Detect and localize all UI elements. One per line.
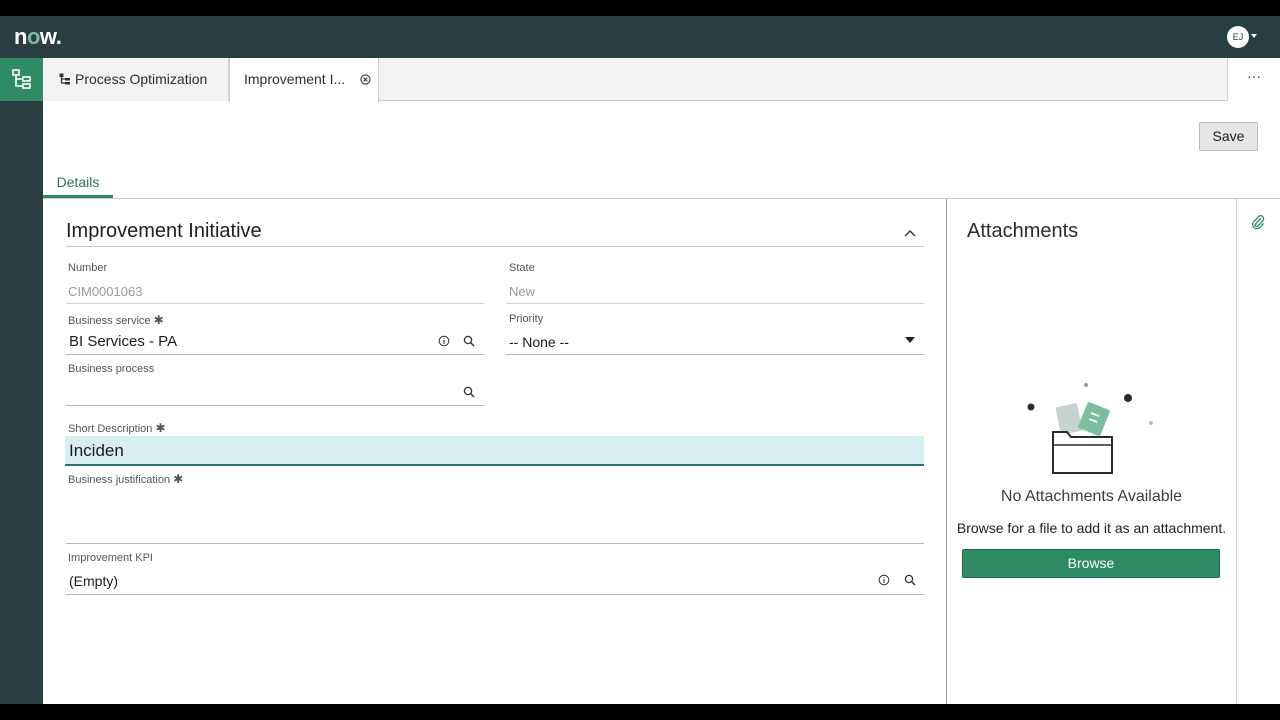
- tab-improvement-initiative[interactable]: Improvement I...: [229, 58, 379, 102]
- no-attachments-hint: Browse for a file to add it as an attach…: [956, 520, 1227, 536]
- save-button[interactable]: Save: [1199, 122, 1258, 151]
- divider: [66, 405, 484, 406]
- search-icon[interactable]: [904, 574, 916, 586]
- state-label: State: [509, 262, 535, 274]
- business-service-label: Business service ✱: [68, 313, 164, 327]
- info-icon[interactable]: [438, 335, 450, 347]
- divider: [1236, 199, 1237, 704]
- divider: [66, 594, 924, 595]
- attachments-title: Attachments: [967, 220, 1079, 242]
- divider: [66, 543, 924, 544]
- business-justification-textarea[interactable]: [69, 496, 919, 541]
- tab-label: Process Optimization: [75, 71, 208, 87]
- business-service-input[interactable]: BI Services - PA: [69, 333, 177, 350]
- required-icon: ✱: [173, 472, 184, 486]
- state-field: New: [509, 284, 536, 299]
- top-header: now. EJ: [0, 16, 1280, 58]
- no-attachments-title: No Attachments Available: [1000, 488, 1183, 505]
- left-rail: [0, 58, 43, 704]
- tab-label: Improvement I...: [244, 71, 346, 87]
- hierarchy-icon: [12, 69, 31, 89]
- divider: [506, 354, 924, 355]
- short-description-field[interactable]: [65, 436, 924, 466]
- search-icon[interactable]: [463, 335, 475, 347]
- divider: [946, 199, 947, 704]
- navigator-toggle-button[interactable]: [0, 58, 43, 101]
- close-icon[interactable]: [360, 74, 371, 85]
- tab-details[interactable]: Details: [43, 174, 113, 198]
- divider: [66, 354, 484, 355]
- divider: [43, 198, 1280, 199]
- number-label: Number: [68, 262, 108, 274]
- short-description-input[interactable]: Inciden: [69, 441, 124, 461]
- search-icon[interactable]: [463, 386, 475, 398]
- required-icon: ✱: [153, 313, 164, 327]
- divider: [66, 303, 484, 304]
- browse-button[interactable]: Browse: [962, 549, 1220, 578]
- divider: [506, 303, 924, 304]
- empty-folder-illustration: [1027, 383, 1153, 474]
- improvement-kpi-label: Improvement KPI: [68, 552, 153, 564]
- number-field: CIM0001063: [68, 284, 143, 299]
- divider: [66, 246, 924, 247]
- required-icon: ✱: [155, 421, 166, 435]
- business-justification-label: Business justification ✱: [68, 472, 184, 486]
- tab-process-optimization[interactable]: Process Optimization: [43, 58, 229, 101]
- chevron-up-icon[interactable]: [904, 228, 916, 238]
- priority-label: Priority: [509, 313, 544, 325]
- improvement-kpi-input[interactable]: (Empty): [69, 573, 118, 589]
- user-avatar[interactable]: EJ: [1227, 26, 1249, 48]
- hierarchy-icon: [59, 59, 71, 102]
- servicenow-logo[interactable]: now.: [14, 24, 62, 50]
- priority-select[interactable]: -- None --: [509, 334, 569, 350]
- section-title: Improvement Initiative: [66, 220, 262, 242]
- short-description-label: Short Description ✱: [68, 421, 166, 435]
- paperclip-icon[interactable]: [1251, 214, 1265, 230]
- more-options-button[interactable]: ···: [1227, 58, 1280, 101]
- chevron-down-icon[interactable]: [904, 336, 916, 344]
- tab-strip: Process Optimization Improvement I... ··…: [43, 58, 1280, 102]
- app-window: now. EJ Process Optimization Improvement…: [0, 16, 1280, 704]
- business-process-label: Business process: [68, 363, 155, 375]
- info-icon[interactable]: [878, 574, 890, 586]
- user-menu-caret-icon[interactable]: [1251, 34, 1257, 38]
